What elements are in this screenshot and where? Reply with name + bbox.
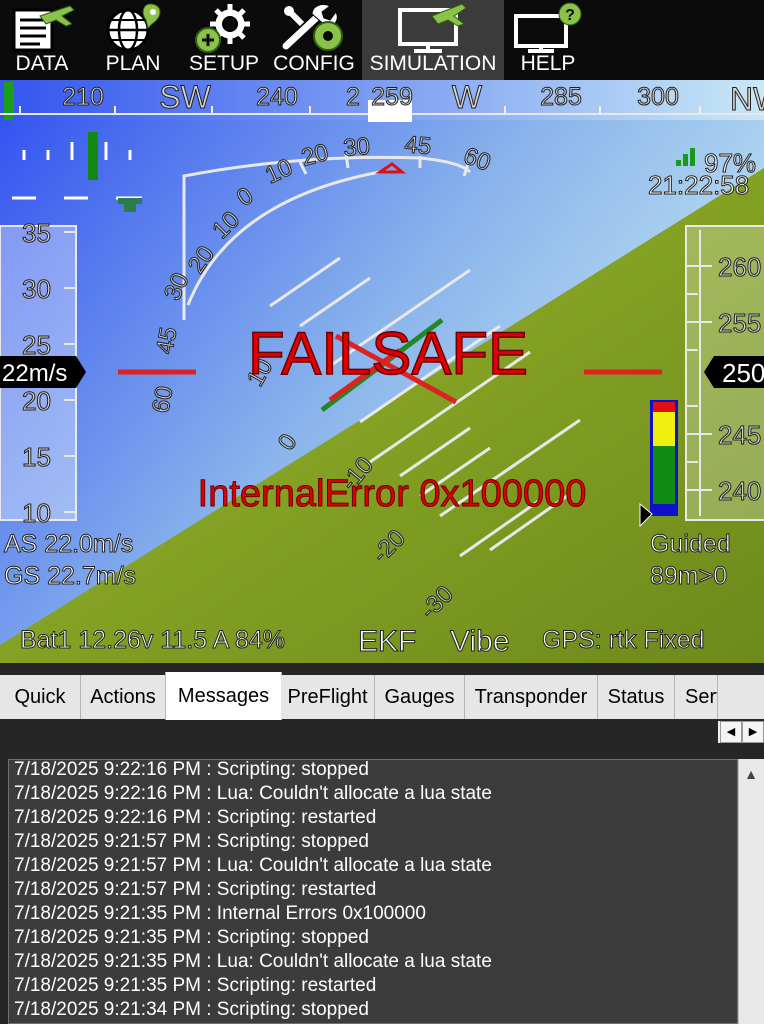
tab-quick[interactable]: Quick bbox=[0, 675, 81, 719]
message-line: 7/18/2025 9:21:35 PM : Scripting: stoppe… bbox=[14, 927, 369, 948]
messages-scrollbar[interactable]: ▲ bbox=[738, 759, 764, 1024]
heading-tick-label: 210 bbox=[62, 83, 104, 111]
tab-actions[interactable]: Actions bbox=[81, 675, 166, 719]
airspeed-scale-label: 30 bbox=[22, 274, 51, 304]
failsafe-warning: FAILSAFE bbox=[248, 320, 528, 387]
heading-tape: 210 SW 240 2 259 W 285 300 NW bbox=[0, 80, 764, 122]
nav-help-button[interactable]: ? HELP bbox=[506, 0, 590, 80]
tab-scroll-buttons: ◀ ▶ bbox=[718, 721, 764, 743]
airspeed-scale-label: 10 bbox=[22, 498, 51, 528]
setup-icon bbox=[195, 4, 250, 53]
altitude-tape: 260 255 245 240 250 bbox=[685, 225, 764, 521]
nav-simulation-label: SIMULATION bbox=[369, 52, 497, 75]
message-line: 7/18/2025 9:21:34 PM : Scripting: stoppe… bbox=[14, 999, 369, 1020]
groundspeed-text: GS 22.7m/s bbox=[4, 562, 136, 590]
main-menu-bar: DATA PLAN SETUP CONFIG SIMULATION ? HELP bbox=[0, 0, 764, 80]
config-icon bbox=[282, 3, 343, 51]
nav-config-button[interactable]: CONFIG bbox=[272, 0, 356, 80]
battery-status: Bat1 12.26v 11.5 A 84% bbox=[20, 626, 285, 654]
nav-plan-label: PLAN bbox=[105, 52, 161, 75]
altitude-scale-label: 255 bbox=[718, 308, 761, 338]
airspeed-scale-label: 15 bbox=[22, 442, 51, 472]
tab-scroll-left-button[interactable]: ◀ bbox=[720, 721, 742, 743]
message-line: 7/18/2025 9:22:16 PM : Scripting: restar… bbox=[14, 807, 377, 828]
message-line: 7/18/2025 9:21:57 PM : Lua: Couldn't all… bbox=[14, 855, 492, 876]
tab-transponder[interactable]: Transponder bbox=[465, 675, 598, 719]
tab-status[interactable]: Status bbox=[598, 675, 675, 719]
airspeed-current-value: 22m/s bbox=[2, 360, 67, 387]
plan-icon bbox=[106, 3, 161, 52]
heading-tick-label: 2 bbox=[346, 83, 360, 111]
message-line: 7/18/2025 9:22:16 PM : Scripting: stoppe… bbox=[14, 759, 369, 780]
nav-config-label: CONFIG bbox=[273, 52, 355, 75]
airspeed-text: AS 22.0m/s bbox=[4, 530, 133, 558]
altitude-scale-label: 240 bbox=[718, 476, 761, 506]
heading-tick-label: W bbox=[452, 80, 483, 115]
messages-list[interactable]: 7/18/2025 9:22:16 PM : Scripting: stoppe… bbox=[8, 759, 738, 1024]
nav-plan-button[interactable]: PLAN bbox=[90, 0, 176, 80]
nav-help-label: HELP bbox=[520, 52, 576, 75]
gps-status: GPS: rtk Fixed bbox=[542, 626, 705, 654]
tab-servo[interactable]: Servo bbox=[675, 675, 718, 719]
simulation-icon bbox=[398, 3, 467, 53]
message-line: 7/18/2025 9:21:35 PM : Scripting: restar… bbox=[14, 975, 377, 996]
tab-messages[interactable]: Messages bbox=[165, 672, 282, 720]
nav-setup-button[interactable]: SETUP bbox=[182, 0, 266, 80]
ekf-status[interactable]: EKF bbox=[358, 625, 417, 659]
actions-panel: Quick Actions Messages PreFlight Gauges … bbox=[0, 663, 764, 1024]
message-line: 7/18/2025 9:22:16 PM : Lua: Couldn't all… bbox=[14, 783, 492, 804]
error-message: InternalError 0x100000 bbox=[198, 473, 587, 515]
airspeed-scale-label: 25 bbox=[22, 330, 51, 360]
roll-scale-label: 30 bbox=[342, 133, 371, 162]
nav-simulation-button[interactable]: SIMULATION bbox=[362, 0, 504, 80]
nav-data-button[interactable]: DATA bbox=[0, 0, 84, 80]
roll-scale-label: 45 bbox=[403, 131, 432, 160]
tab-scroll-right-button[interactable]: ▶ bbox=[742, 721, 764, 743]
heading-tick-label: 240 bbox=[256, 83, 298, 111]
waypoint-distance: 89m>0 bbox=[650, 562, 727, 590]
heading-tick-label: 300 bbox=[637, 83, 679, 111]
scroll-up-icon[interactable]: ▲ bbox=[741, 763, 761, 785]
flight-mode: Guided bbox=[650, 530, 731, 558]
tab-gauges[interactable]: Gauges bbox=[375, 675, 465, 719]
airspeed-scale-label: 20 bbox=[22, 386, 51, 416]
flight-hud[interactable]: 210 SW 240 2 259 W 285 300 NW 30 20 10 0… bbox=[0, 80, 764, 663]
message-line: 7/18/2025 9:21:35 PM : Internal Errors 0… bbox=[14, 903, 426, 924]
message-line: 7/18/2025 9:21:57 PM : Scripting: stoppe… bbox=[14, 831, 369, 852]
heading-tick-label: SW bbox=[159, 80, 211, 115]
heading-tick-label: 285 bbox=[540, 83, 582, 111]
pitch-label: 45 bbox=[151, 325, 182, 356]
altitude-current-value: 250 bbox=[722, 358, 764, 388]
message-line: 7/18/2025 9:21:35 PM : Lua: Couldn't all… bbox=[14, 951, 492, 972]
heading-current-value: 259 bbox=[371, 83, 413, 111]
vibe-status[interactable]: Vibe bbox=[450, 625, 511, 659]
pitch-label: 60 bbox=[147, 384, 178, 415]
nav-setup-label: SETUP bbox=[188, 52, 259, 75]
help-icon: ? bbox=[514, 2, 582, 53]
airspeed-tape: 35 30 25 20 15 10 22m/s bbox=[0, 218, 86, 529]
svg-text:?: ? bbox=[565, 7, 575, 24]
nav-data-label: DATA bbox=[15, 52, 69, 75]
data-icon bbox=[12, 5, 75, 52]
airspeed-scale-label: 35 bbox=[22, 218, 51, 248]
heading-tick-label: NW bbox=[730, 81, 764, 117]
altitude-scale-label: 245 bbox=[718, 420, 761, 450]
altitude-scale-label: 260 bbox=[718, 252, 761, 282]
clock: 21:22:58 bbox=[648, 170, 749, 200]
tab-preflight[interactable]: PreFlight bbox=[281, 675, 375, 719]
tab-strip: Quick Actions Messages PreFlight Gauges … bbox=[0, 672, 764, 720]
message-line: 7/18/2025 9:21:57 PM : Scripting: restar… bbox=[14, 879, 377, 900]
